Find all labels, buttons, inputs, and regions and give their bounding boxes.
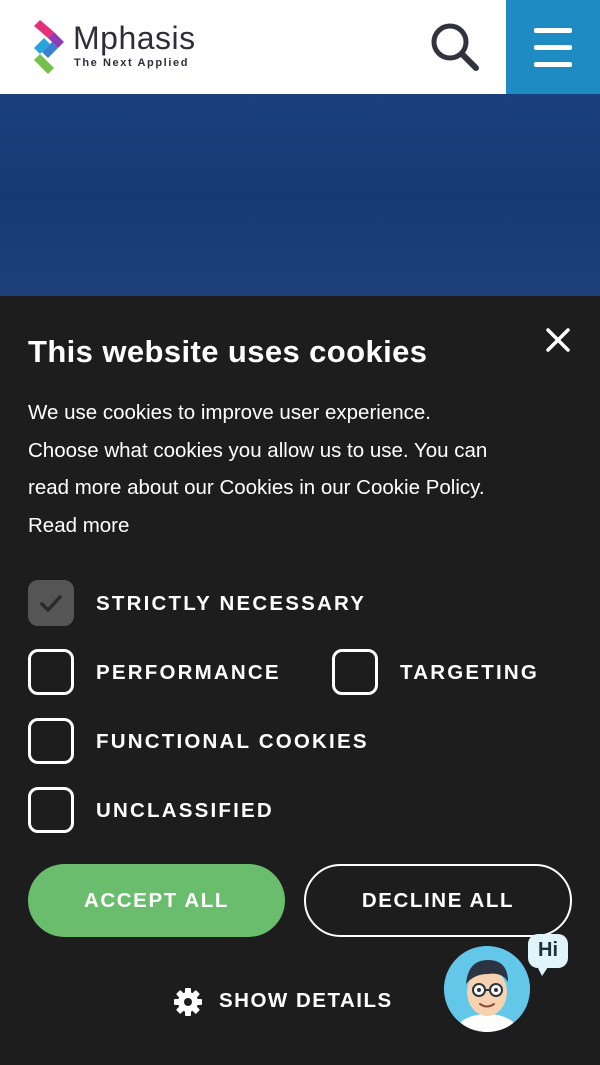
logo-name: Mphasis — [73, 20, 196, 56]
accept-all-button[interactable]: ACCEPT ALL — [28, 864, 285, 937]
targeting-label: TARGETING — [400, 661, 539, 684]
chatbot-avatar-icon — [444, 946, 530, 1032]
close-button[interactable] — [540, 322, 576, 358]
search-icon — [431, 23, 479, 71]
read-more-link[interactable]: Read more — [28, 507, 573, 545]
strictly-necessary-checkbox[interactable] — [28, 580, 74, 626]
checkmark-icon — [40, 595, 62, 612]
performance-checkbox[interactable] — [28, 649, 74, 695]
show-details-label: SHOW DETAILS — [219, 989, 393, 1012]
cookie-description-line: We use cookies to improve user experienc… — [28, 401, 431, 424]
cookie-description-line: read more about our Cookies in our Cooki… — [28, 476, 485, 499]
close-icon — [546, 328, 570, 352]
targeting-checkbox[interactable] — [332, 649, 378, 695]
strictly-necessary-label: STRICTLY NECESSARY — [96, 592, 367, 615]
logo-tagline: The Next Applied — [74, 57, 190, 69]
functional-cookies-checkbox[interactable] — [28, 718, 74, 764]
gear-icon — [174, 988, 202, 1016]
hamburger-line — [534, 45, 572, 50]
hamburger-menu-icon — [534, 28, 572, 33]
cookie-description-line: Choose what cookies you allow us to use.… — [28, 438, 488, 462]
hero-banner — [0, 94, 600, 296]
search-button[interactable] — [426, 18, 486, 74]
unclassified-label: UNCLASSIFIED — [96, 799, 274, 822]
menu-button[interactable] — [506, 0, 600, 94]
unclassified-checkbox[interactable] — [28, 787, 74, 833]
cookie-title: This website uses cookies — [28, 334, 428, 369]
decline-all-button[interactable]: DECLINE ALL — [304, 864, 572, 937]
mphasis-logo[interactable]: Mphasis The Next Applied — [30, 18, 230, 76]
cookie-description: We use cookies to improve user experienc… — [28, 394, 573, 544]
hamburger-line — [534, 62, 572, 67]
chat-greeting-bubble: Hi — [528, 934, 568, 968]
performance-label: PERFORMANCE — [96, 661, 281, 684]
site-header: Mphasis The Next Applied — [0, 0, 600, 94]
chatbot-launcher[interactable]: Hi — [444, 934, 572, 1034]
logo-mark-icon — [34, 20, 64, 74]
chat-bubble-tail — [536, 964, 550, 976]
functional-cookies-label: FUNCTIONAL COOKIES — [96, 730, 369, 753]
